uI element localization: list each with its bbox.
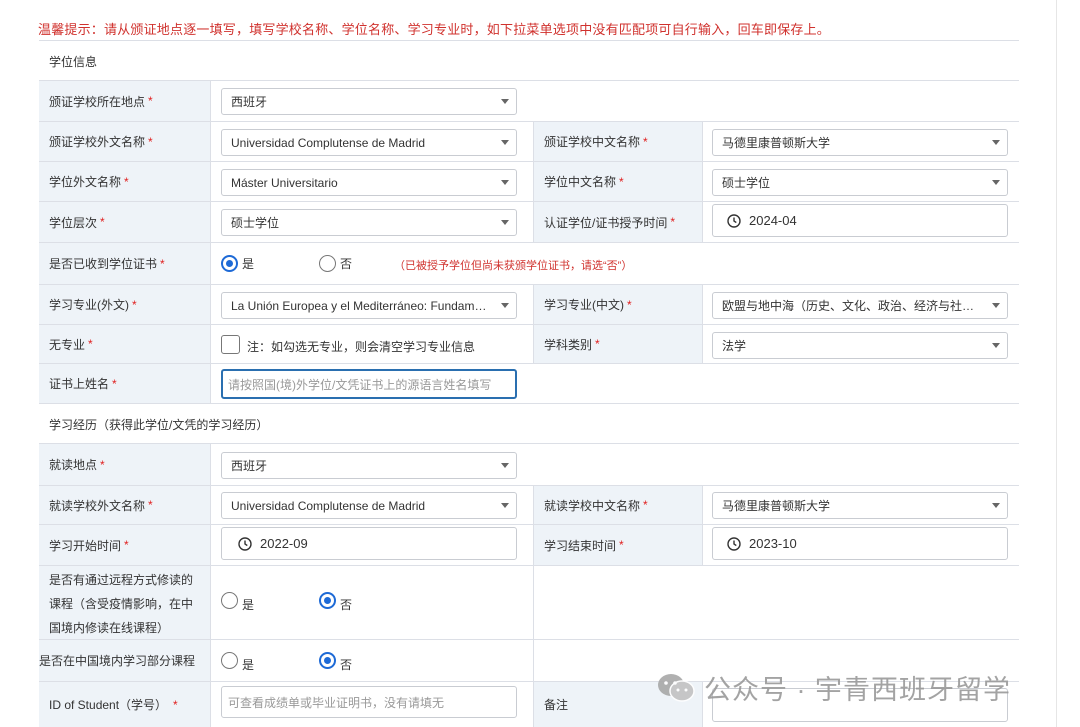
cert-school-foreign-label: 颁证学校外文名称 *	[39, 122, 211, 161]
study-start-label: 学习开始时间 *	[39, 525, 211, 565]
radio-unchecked-icon	[221, 652, 238, 669]
chevron-down-icon	[992, 180, 1000, 185]
cert-location-select[interactable]: 西班牙	[221, 88, 517, 115]
watermark: 公众号 · 宇青西班牙留学	[656, 668, 1011, 707]
chevron-down-icon	[501, 503, 509, 508]
remote-courses-label: 是否有通过远程方式修读的 课程（含受疫情影响，在中 国境内修读在线课程）	[39, 566, 211, 639]
chevron-down-icon	[501, 463, 509, 468]
study-start-picker[interactable]: 2022-09	[221, 527, 517, 560]
row-study-location: 就读地点 * 西班牙	[39, 443, 1019, 485]
cert-school-cn-select[interactable]: 马德里康普顿斯大学	[712, 129, 1008, 156]
study-school-cn-select[interactable]: 马德里康普顿斯大学	[712, 492, 1008, 519]
degree-cn-label: 学位中文名称 *	[533, 162, 703, 201]
received-no-radio[interactable]: 否	[319, 255, 352, 272]
no-major-note: 注：如勾选无专业，则会清空学习专业信息	[247, 340, 476, 354]
degree-cn-select[interactable]: 硕士学位	[712, 169, 1008, 196]
chevron-down-icon	[992, 140, 1000, 145]
discipline-select[interactable]: 法学	[712, 332, 1008, 359]
row-study-school: 就读学校外文名称 * Universidad Complutense de Mad…	[39, 485, 1019, 524]
china-courses-label: 是否在中国境内学习部分课程	[39, 640, 211, 681]
major-cn-select[interactable]: 欧盟与地中海（历史、文化、政治、经济与社会···	[712, 292, 1008, 319]
degree-level-label: 学位层次 *	[39, 202, 211, 242]
row-degree-name: 学位外文名称 * Máster Universitario 学位中文名称 * 硕士学…	[39, 161, 1019, 201]
student-id-input[interactable]: 可查看成绩单或毕业证明书，没有请填无	[221, 686, 517, 718]
section-title: 学习经历（获得此学位/文凭的学习经历）	[49, 418, 269, 432]
study-end-picker[interactable]: 2023-10	[712, 527, 1008, 560]
row-cert-name: 证书上姓名 * 请按照国(境)外学位/文凭证书上的源语言姓名填写	[39, 363, 1019, 403]
watermark-text: 公众号 · 宇青西班牙留学	[704, 675, 1011, 705]
radio-unchecked-icon	[319, 255, 336, 272]
chevron-down-icon	[501, 140, 509, 145]
radio-unchecked-icon	[221, 592, 238, 609]
chevron-down-icon	[992, 503, 1000, 508]
chevron-down-icon	[992, 343, 1000, 348]
received-hint: （已被授予学位但尚未获颁学位证书，请选“否”）	[394, 260, 633, 272]
chevron-down-icon	[501, 220, 509, 225]
received-label: 是否已收到学位证书 *	[39, 243, 211, 284]
cert-name-input[interactable]: 请按照国(境)外学位/文凭证书上的源语言姓名填写	[221, 369, 517, 399]
no-major-checkbox[interactable]	[221, 335, 240, 354]
study-location-select[interactable]: 西班牙	[221, 452, 517, 479]
discipline-label: 学科类别 *	[533, 325, 703, 363]
cell-divider	[533, 566, 534, 639]
radio-checked-icon	[221, 255, 238, 272]
row-received: 是否已收到学位证书 * 是 否 （已被授予学位但尚未获颁学位证书，请选“否”）	[39, 242, 1019, 284]
clock-icon	[727, 536, 741, 551]
page-divider	[1056, 0, 1057, 727]
major-foreign-select[interactable]: La Unión Europea y el Mediterráneo: Fund…	[221, 292, 517, 319]
clock-icon	[727, 213, 741, 228]
no-major-label: 无专业 *	[39, 325, 211, 363]
study-end-label: 学习结束时间 *	[533, 525, 703, 565]
chevron-down-icon	[501, 303, 509, 308]
cert-school-cn-label: 颁证学校中文名称 *	[533, 122, 703, 161]
major-cn-label: 学习专业(中文) *	[533, 285, 703, 324]
row-study-dates: 学习开始时间 * 2022-09 学习结束时间 * 2023-10	[39, 524, 1019, 565]
row-cert-location: 颁证学校所在地点 * 西班牙	[39, 80, 1019, 121]
row-no-major: 无专业 * 注：如勾选无专业，则会清空学习专业信息 学科类别 * 法学	[39, 324, 1019, 363]
cert-location-label: 颁证学校所在地点 *	[39, 81, 211, 121]
cert-date-picker[interactable]: 2024-04	[712, 204, 1008, 237]
section-title: 学位信息	[49, 55, 98, 69]
study-school-cn-label: 就读学校中文名称 *	[533, 486, 703, 524]
student-id-label: ID of Student（学号） *	[39, 682, 211, 727]
received-yes-radio[interactable]: 是	[221, 255, 254, 272]
chevron-down-icon	[501, 99, 509, 104]
section-study-history: 学习经历（获得此学位/文凭的学习经历）	[39, 403, 1019, 443]
remote-no-radio[interactable]: 否	[319, 588, 352, 613]
china-yes-radio[interactable]: 是	[221, 648, 254, 673]
degree-foreign-select[interactable]: Máster Universitario	[221, 169, 517, 196]
study-school-foreign-select[interactable]: Universidad Complutense de Madrid	[221, 492, 517, 519]
cert-name-label: 证书上姓名 *	[39, 364, 211, 403]
cell-divider	[533, 640, 534, 681]
row-cert-school: 颁证学校外文名称 * Universidad Complutense de Mad…	[39, 121, 1019, 161]
chevron-down-icon	[501, 180, 509, 185]
china-no-radio[interactable]: 否	[319, 648, 352, 673]
study-school-foreign-label: 就读学校外文名称 *	[39, 486, 211, 524]
degree-level-select[interactable]: 硕士学位	[221, 209, 517, 236]
chevron-down-icon	[992, 303, 1000, 308]
radio-checked-icon	[319, 652, 336, 669]
cert-school-foreign-select[interactable]: Universidad Complutense de Madrid	[221, 129, 517, 156]
wechat-icon	[658, 673, 695, 702]
section-degree-info: 学位信息	[39, 40, 1019, 80]
row-remote-courses: 是否有通过远程方式修读的 课程（含受疫情影响，在中 国境内修读在线课程） 是 否	[39, 565, 1019, 639]
remote-yes-radio[interactable]: 是	[221, 588, 254, 613]
notice-banner: 温馨提示：请从颁证地点逐一填写，填写学校名称、学位名称、学习专业时，如下拉菜单选…	[38, 22, 831, 37]
row-degree-level: 学位层次 * 硕士学位 认证学位/证书授予时间 * 2024-04	[39, 201, 1019, 242]
degree-foreign-label: 学位外文名称 *	[39, 162, 211, 201]
clock-icon	[238, 536, 252, 551]
row-major: 学习专业(外文) * La Unión Europea y el Mediterr…	[39, 284, 1019, 324]
study-location-label: 就读地点 *	[39, 444, 211, 485]
major-foreign-label: 学习专业(外文) *	[39, 285, 211, 324]
cert-date-label: 认证学位/证书授予时间 *	[533, 202, 703, 242]
radio-checked-icon	[319, 592, 336, 609]
